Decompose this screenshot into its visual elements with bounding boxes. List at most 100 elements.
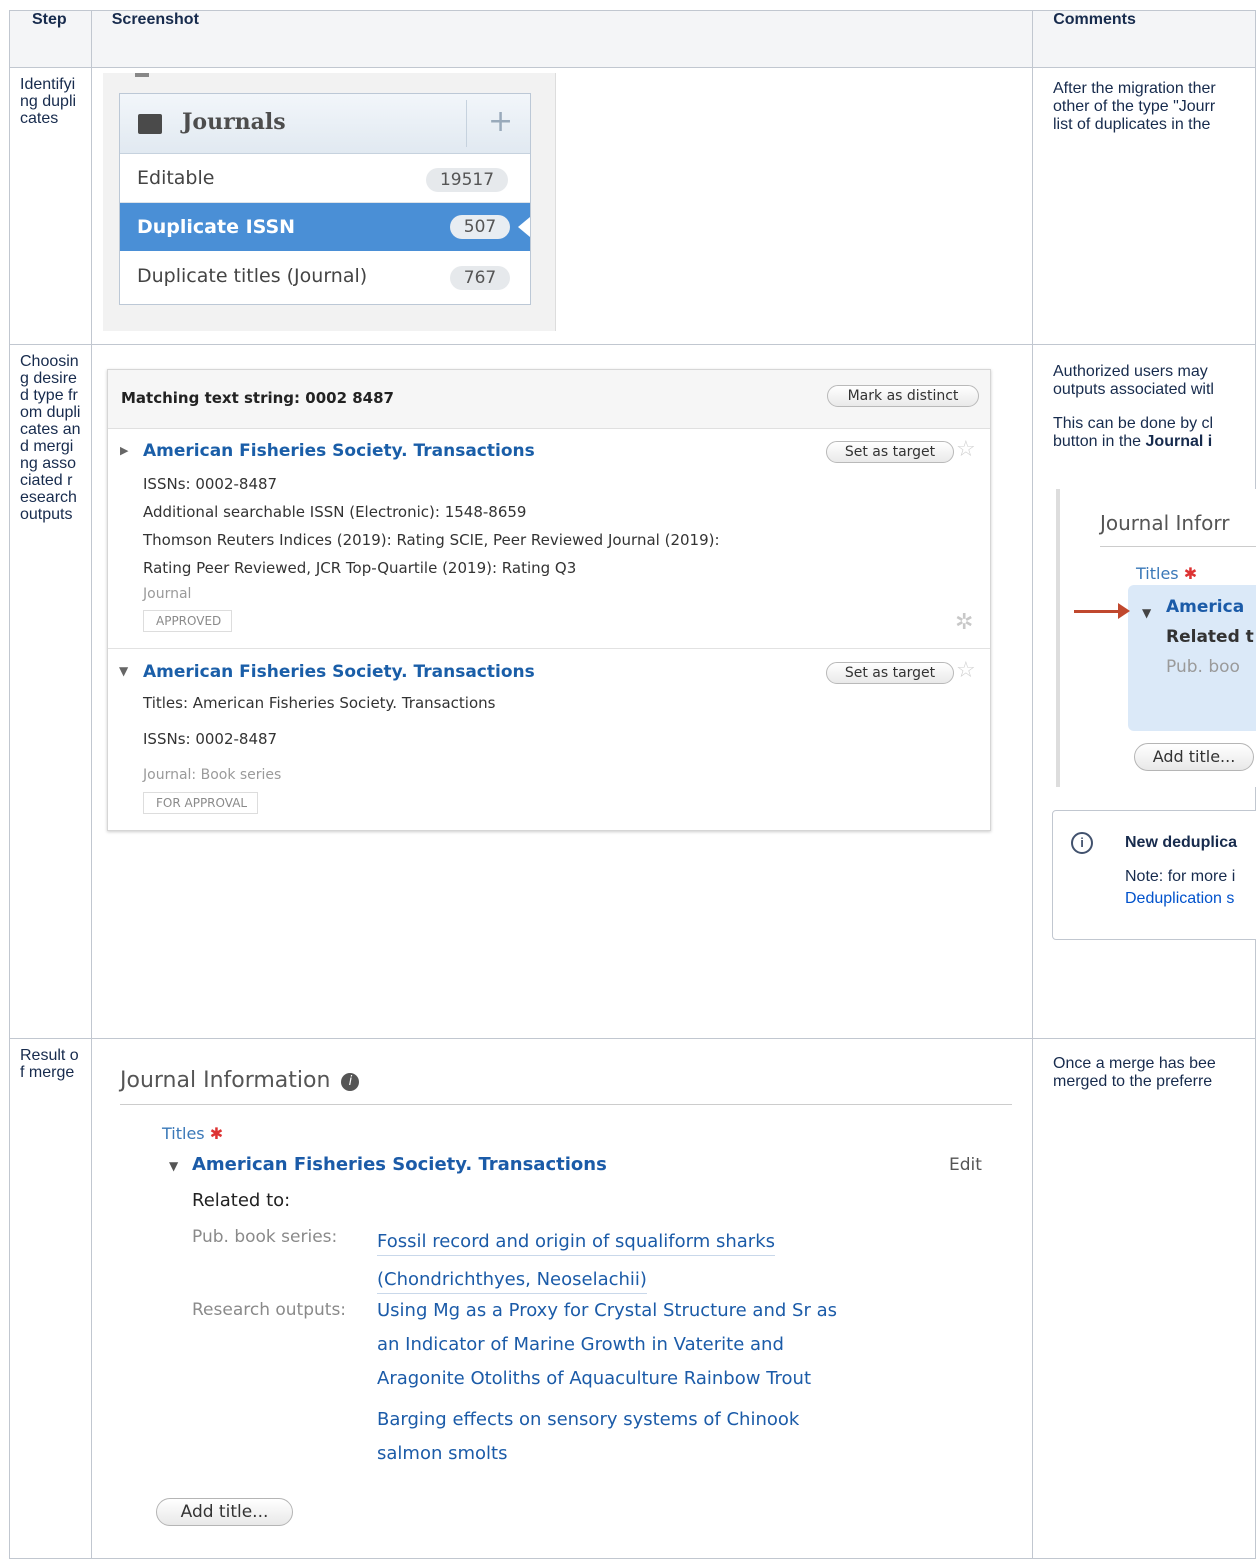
journal-item-duplicate-issn[interactable]: Duplicate ISSN 507	[120, 203, 530, 251]
add-title-button[interactable]: Add title...	[156, 1498, 293, 1526]
red-arrow-icon	[1074, 610, 1122, 613]
link-line: an Indicator of Marine Growth in Vaterit…	[377, 1334, 784, 1355]
journal-info-panel: Journal Information i Titles ✱ ▼ America…	[93, 1041, 1041, 1546]
link-line: Using Mg as a Proxy for Crystal Structur…	[377, 1300, 837, 1321]
entry1-type: Journal	[143, 586, 192, 602]
entry1-line: Thomson Reuters Indices (2019): Rating S…	[143, 531, 720, 549]
item-count: 767	[450, 266, 510, 290]
header-step: Step	[9, 10, 92, 68]
comment-line: This can be done by cl	[1053, 415, 1214, 432]
gear-icon[interactable]: ✲	[955, 610, 973, 635]
comment-line: Authorized users may	[1053, 363, 1208, 380]
mini-title[interactable]: America	[1166, 597, 1244, 617]
comment-line: other of the type "Jourr	[1053, 98, 1216, 115]
duplicates-panel: Matching text string: 0002 8487 Mark as …	[107, 369, 991, 831]
mini-rule	[1100, 546, 1256, 547]
info-circle-icon[interactable]: i	[341, 1073, 360, 1091]
journal-info-bold: Journal i	[1145, 433, 1213, 450]
item-count: 19517	[426, 168, 508, 192]
journals-title: Journals	[182, 109, 286, 135]
entry1-status-badge: APPROVED	[143, 610, 233, 632]
mini-related: Related t	[1166, 627, 1254, 647]
edit-link[interactable]: Edit	[949, 1155, 982, 1175]
journal-item-duplicate-titles[interactable]: Duplicate titles (Journal) 767	[120, 252, 530, 304]
item-label: Duplicate ISSN	[137, 216, 296, 238]
link-line: Aragonite Otoliths of Aquaculture Rainbo…	[377, 1368, 812, 1389]
link-line: salmon smolts	[377, 1443, 508, 1464]
link-line: Barging effects on sensory systems of Ch…	[377, 1409, 800, 1430]
matching-text-label: Matching text string: 0002 8487	[121, 389, 394, 407]
research-outputs-label: Research outputs:	[192, 1300, 347, 1320]
entry1-line: Additional searchable ISSN (Electronic):…	[143, 503, 527, 521]
journals-box: Journals + Editable 19517 Duplicate ISSN…	[119, 93, 531, 305]
item-label: Editable	[137, 167, 215, 189]
info-icon: i	[1071, 832, 1093, 854]
red-arrow-head-icon	[1118, 603, 1130, 619]
journals-header: Journals +	[120, 94, 530, 154]
link-line: Fossil record and origin of squaliform s…	[377, 1229, 776, 1256]
comment-line: list of duplicates in the	[1053, 116, 1211, 133]
mini-journal-info: Journal Inforr Titles ✱ ▼ America Relate…	[1056, 489, 1256, 787]
deduplication-link[interactable]: Deduplication s	[1125, 890, 1234, 908]
selection-pointer	[518, 217, 530, 237]
comment-line: After the migration ther	[1053, 80, 1216, 97]
set-as-target-button-1[interactable]: Set as target	[826, 441, 954, 463]
add-plus-icon[interactable]: +	[488, 104, 513, 140]
pub-book-series-label: Pub. book series:	[192, 1227, 338, 1247]
research-output-link-2[interactable]: Barging effects on sensory systems of Ch…	[377, 1407, 799, 1475]
pub-book-series-link[interactable]: Fossil record and origin of squaliform s…	[377, 1225, 776, 1297]
collapse-triangle-icon[interactable]: ▼	[119, 664, 128, 678]
item-count: 507	[450, 215, 510, 239]
mini-heading: Journal Inforr	[1100, 511, 1230, 535]
mark-as-distinct-button[interactable]: Mark as distinct	[827, 385, 979, 407]
comment-cell-3	[1032, 1038, 1256, 1559]
mini-titles-label: Titles ✱	[1136, 564, 1198, 583]
entry-divider	[108, 648, 990, 649]
heading-rule	[120, 1104, 1012, 1105]
step-cell-3: Result of merge	[9, 1038, 92, 1559]
entry1-line: Rating Peer Reviewed, JCR Top-Quartile (…	[143, 559, 577, 577]
comment-line: merged to the preferre	[1053, 1073, 1213, 1090]
journal-item-editable[interactable]: Editable 19517	[120, 154, 530, 203]
titles-label: Titles ✱	[162, 1124, 224, 1143]
comment-row3: Once a merge has bee merged to the prefe…	[1053, 1055, 1253, 1091]
comment-line: outputs associated witl	[1053, 381, 1214, 398]
entry2-title-link[interactable]: American Fisheries Society. Transactions	[143, 662, 535, 682]
matching-header: Matching text string: 0002 8487 Mark as …	[108, 370, 990, 429]
entry2-line: Titles: American Fisheries Society. Tran…	[143, 694, 496, 712]
entry2-line: ISSNs: 0002-8487	[143, 730, 278, 748]
info-title: New deduplica	[1125, 834, 1238, 851]
entry2-type: Journal: Book series	[143, 767, 282, 783]
collapse-triangle-icon[interactable]: ▼	[169, 1159, 178, 1173]
star-icon-1[interactable]: ☆	[956, 439, 978, 461]
mini-pub: Pub. boo	[1166, 657, 1240, 677]
header-screenshot: Screenshot	[90, 10, 1034, 68]
step-cell-2: Choosing desired type from duplicates an…	[9, 344, 92, 1039]
comment-row2: Authorized users may outputs associated …	[1053, 363, 1253, 451]
journal-title-link[interactable]: American Fisheries Society. Transactions	[192, 1154, 607, 1175]
panel-top-stub	[135, 73, 149, 77]
step-cell-1: Identifying duplicates	[9, 67, 92, 345]
mini-add-title-button[interactable]: Add title...	[1134, 743, 1254, 771]
journals-panel-screenshot: Journals + Editable 19517 Duplicate ISSN…	[103, 73, 556, 331]
star-icon-2[interactable]: ☆	[956, 660, 978, 682]
entry1-line: ISSNs: 0002-8487	[143, 475, 278, 493]
comment-row1: After the migration ther other of the ty…	[1053, 80, 1253, 134]
set-as-target-button-2[interactable]: Set as target	[826, 662, 954, 684]
item-label: Duplicate titles (Journal)	[137, 265, 368, 287]
expand-triangle-icon[interactable]: ▶	[120, 444, 128, 457]
comment-line: Once a merge has bee	[1053, 1055, 1216, 1072]
journal-info-heading: Journal Information i	[120, 1068, 360, 1093]
info-panel: i New deduplica Note: for more i Dedupli…	[1052, 810, 1256, 940]
comment-line: button in the Journal i	[1053, 433, 1213, 450]
header-comments: Comments	[1032, 10, 1256, 68]
entry1-details: ISSNs: 0002-8487 Additional searchable I…	[143, 470, 720, 582]
info-note: Note: for more i	[1125, 868, 1236, 885]
link-line: (Chondrichthyes, Neoselachii)	[377, 1267, 647, 1294]
related-to-label: Related to:	[192, 1190, 291, 1211]
book-icon	[138, 114, 162, 134]
research-output-link-1[interactable]: Using Mg as a Proxy for Crystal Structur…	[377, 1298, 837, 1400]
entry1-title-link[interactable]: American Fisheries Society. Transactions	[143, 441, 535, 461]
entry2-status-badge: FOR APPROVAL	[143, 792, 259, 814]
header-divider	[466, 100, 467, 147]
